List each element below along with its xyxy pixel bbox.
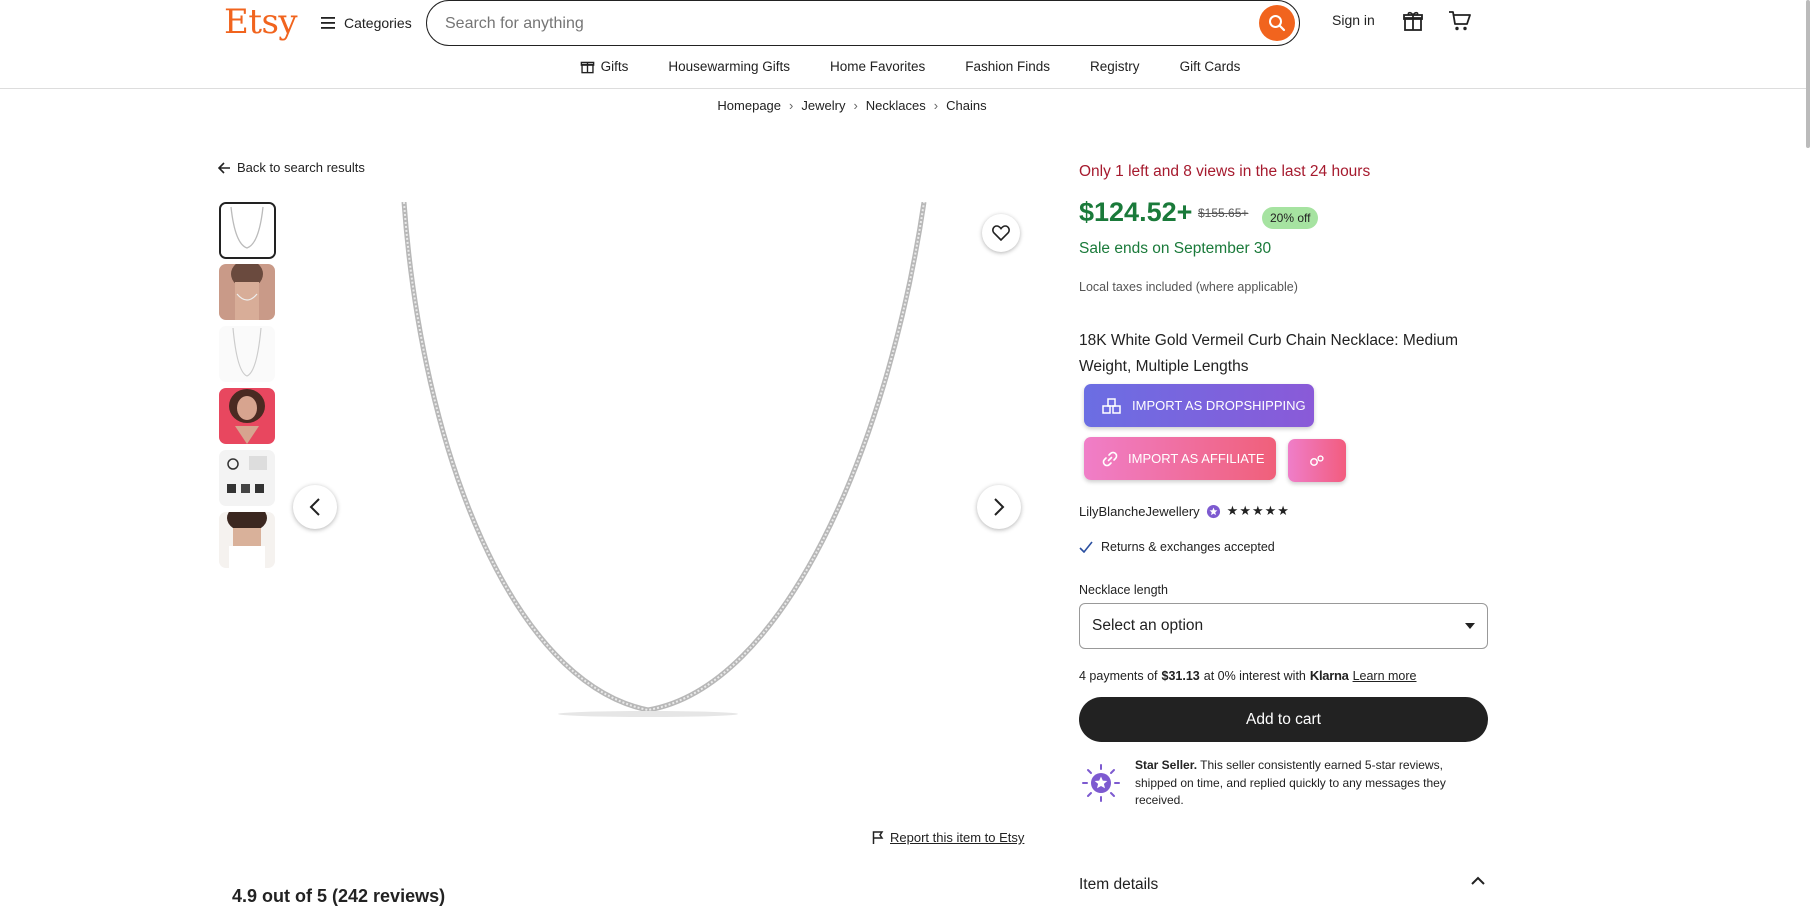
report-label: Report this item to Etsy [890, 830, 1025, 845]
add-to-cart-label: Add to cart [1246, 710, 1321, 728]
breadcrumb-item[interactable]: Jewelry [801, 98, 845, 113]
import-affiliate-label: IMPORT AS AFFILIATE [1128, 451, 1265, 466]
klarna-middle: at 0% interest with [1203, 668, 1306, 683]
nav-item-label: Gift Cards [1179, 58, 1241, 74]
categories-button[interactable]: Categories [320, 10, 412, 36]
rating-stars: ★★★★★ [1226, 503, 1290, 518]
chevron-right-icon [994, 498, 1005, 516]
cart-icon[interactable] [1448, 10, 1472, 37]
menu-icon [321, 17, 335, 29]
returns-info: Returns & exchanges accepted [1079, 540, 1275, 554]
star-seller-title: Star Seller. [1135, 758, 1198, 772]
thumbnail-model-neck[interactable] [219, 264, 275, 320]
search-input[interactable] [443, 11, 1227, 37]
chevron-right-icon: › [933, 98, 939, 113]
nav-item-home-favorites[interactable]: Home Favorites [830, 52, 925, 80]
gift-icon [580, 61, 594, 73]
nav-item-label: Gifts [600, 58, 629, 74]
star-seller-badge-icon [1206, 504, 1220, 518]
heart-icon [992, 225, 1010, 241]
nav-item-label: Home Favorites [829, 58, 926, 74]
thumbnail-chain[interactable] [219, 202, 276, 259]
thumbnail-chain-white[interactable] [219, 326, 275, 382]
taxes-note: Local taxes included (where applicable) [1079, 280, 1298, 294]
urgency-message: Only 1 left and 8 views in the last 24 h… [1079, 163, 1371, 180]
sale-price: $124.52+ [1079, 197, 1193, 227]
klarna-prefix: 4 payments of [1079, 668, 1158, 683]
settings-button[interactable] [1288, 439, 1346, 482]
chevron-right-icon: › [789, 98, 794, 113]
discount-badge: 20% off [1262, 207, 1319, 229]
etsy-logo[interactable]: Etsy [224, 2, 298, 42]
import-dropshipping-button[interactable]: IMPORT AS DROPSHIPPING [1084, 384, 1314, 427]
returns-label: Returns & exchanges accepted [1101, 540, 1275, 554]
categories-label: Categories [344, 15, 412, 31]
next-image-button[interactable] [977, 485, 1021, 529]
nav-item-label: Fashion Finds [965, 58, 1051, 74]
nav-item-gift-cards[interactable]: Gift Cards [1180, 52, 1241, 80]
nav-item-gifts[interactable]: Gifts [580, 52, 629, 80]
sign-in-link[interactable]: Sign in [1332, 12, 1375, 28]
thumbnail-packaging[interactable] [219, 450, 275, 506]
necklace-length-label: Necklace length [1079, 583, 1168, 597]
breadcrumb-item[interactable]: Necklaces [866, 98, 926, 113]
nav-item-label: Registry [1090, 58, 1140, 74]
gears-icon [1310, 454, 1324, 466]
favorite-button[interactable] [982, 214, 1020, 252]
import-dropshipping-label: IMPORT AS DROPSHIPPING [1132, 398, 1306, 413]
star-seller-icon [1082, 764, 1120, 802]
original-price: $155.65+ [1198, 206, 1249, 220]
chevron-left-icon [309, 498, 320, 516]
arrow-left-icon [218, 161, 230, 174]
link-icon [1102, 451, 1118, 466]
search-button[interactable] [1259, 5, 1295, 41]
breadcrumb-item[interactable]: Homepage [717, 98, 781, 113]
report-item-link[interactable]: Report this item to Etsy [872, 830, 1024, 845]
gift-icon[interactable] [1402, 10, 1424, 37]
checkmark-icon [1079, 541, 1093, 553]
back-to-results-link[interactable]: Back to search results [218, 160, 365, 175]
thumbnail-model-red[interactable] [219, 388, 275, 444]
top-nav: Gifts Housewarming Gifts Home Favorites … [0, 52, 1810, 80]
item-details-toggle[interactable]: Item details [1079, 876, 1485, 894]
seller-info: LilyBlancheJewellery ★★★★★ [1079, 503, 1290, 519]
boxes-icon [1102, 397, 1121, 414]
product-title: 18K White Gold Vermeil Curb Chain Neckla… [1079, 332, 1459, 375]
nav-item-housewarming[interactable]: Housewarming Gifts [668, 52, 790, 80]
back-label: Back to search results [237, 160, 365, 175]
nav-item-label: Housewarming Gifts [668, 58, 790, 74]
chevron-up-icon [1471, 876, 1485, 885]
select-value: Select an option [1092, 617, 1204, 634]
add-to-cart-button[interactable]: Add to cart [1079, 697, 1488, 742]
breadcrumb: Homepage › Jewelry › Necklaces › Chains [0, 98, 1704, 113]
chevron-right-icon: › [853, 98, 858, 113]
sale-ends-text: Sale ends on September 30 [1079, 240, 1272, 257]
breadcrumb-item[interactable]: Chains [946, 98, 986, 113]
search-bar [426, 0, 1300, 46]
nav-item-registry[interactable]: Registry [1090, 52, 1140, 80]
klarna-installments: 4 payments of $31.13 at 0% interest with… [1079, 668, 1417, 683]
klarna-learn-more-link[interactable]: Learn more [1353, 669, 1417, 683]
necklace-length-select[interactable]: Select an option [1079, 603, 1488, 649]
caret-down-icon [1465, 623, 1475, 629]
search-icon [1269, 15, 1286, 32]
page-scrollbar[interactable] [1806, 0, 1810, 148]
nav-item-fashion-finds[interactable]: Fashion Finds [965, 52, 1050, 80]
thumbnail-model-white[interactable] [219, 512, 275, 568]
import-affiliate-button[interactable]: IMPORT AS AFFILIATE [1084, 437, 1276, 480]
star-seller-info: Star Seller. This seller consistently ea… [1079, 757, 1475, 810]
item-details-label: Item details [1079, 876, 1159, 893]
previous-image-button[interactable] [293, 485, 337, 529]
flag-icon [872, 830, 884, 844]
seller-name-link[interactable]: LilyBlancheJewellery [1079, 504, 1200, 519]
klarna-logo: Klarna [1309, 668, 1349, 683]
klarna-amount: $31.13 [1161, 668, 1200, 683]
header-divider [0, 88, 1810, 89]
star-seller-description: Star Seller. This seller consistently ea… [1135, 757, 1475, 810]
product-main-image[interactable] [312, 201, 1042, 802]
